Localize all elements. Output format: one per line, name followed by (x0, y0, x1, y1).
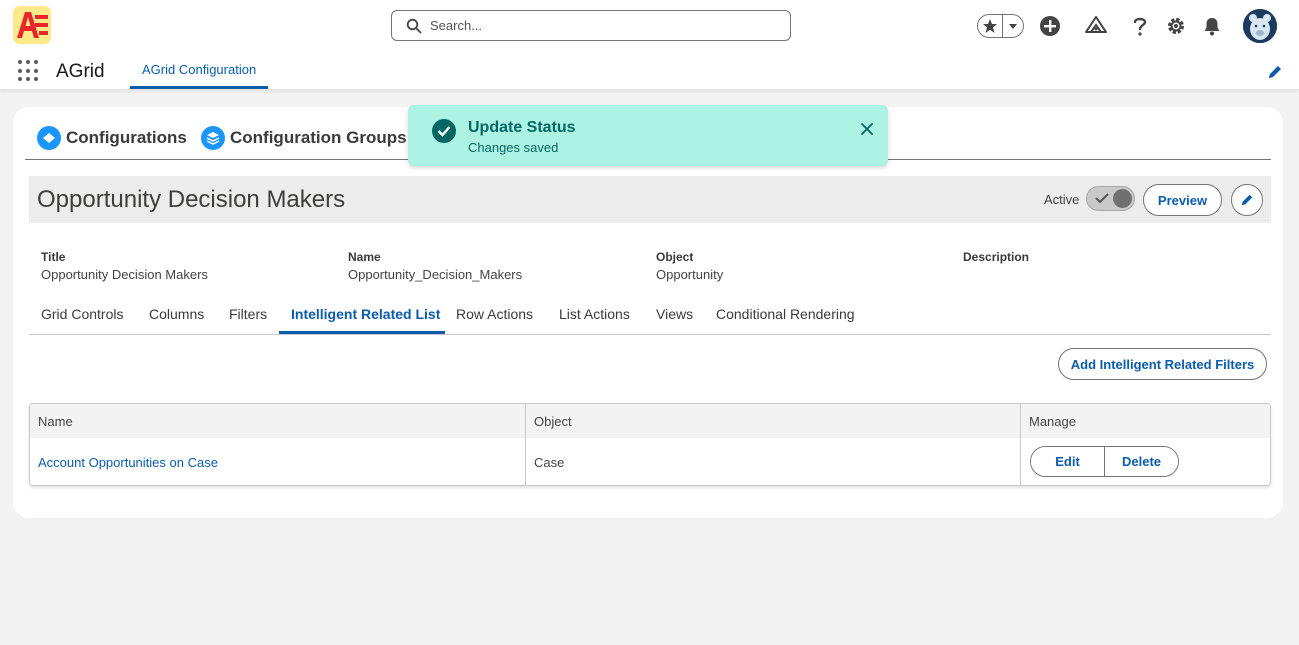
global-search[interactable] (391, 10, 791, 41)
chevron-down-icon[interactable] (1003, 21, 1023, 31)
success-toast: Update Status Changes saved (408, 105, 888, 166)
app-navigation-bar: AGrid AGrid Configuration (0, 52, 1299, 90)
toast-message: Changes saved (468, 140, 559, 155)
active-subtab-indicator (279, 331, 445, 334)
tab-label: Configuration Groups (230, 128, 407, 147)
active-toggle[interactable] (1086, 186, 1135, 211)
tab-configurations[interactable]: Configurations (37, 126, 187, 150)
related-filters-table: Name Object Manage Account Opportunities… (29, 403, 1271, 486)
active-label: Active (1044, 192, 1080, 207)
app-logo[interactable] (13, 6, 51, 44)
tab-views[interactable]: Views (656, 306, 693, 334)
add-icon[interactable] (1038, 14, 1062, 38)
gear-icon[interactable] (1164, 14, 1188, 38)
app-name: AGrid (56, 61, 105, 82)
tab-conditional-rendering[interactable]: Conditional Rendering (716, 306, 855, 334)
close-icon[interactable] (860, 122, 874, 136)
tab-intelligent-related-list[interactable]: Intelligent Related List (291, 306, 440, 334)
avatar[interactable] (1243, 9, 1277, 43)
field-name: Name Opportunity_Decision_Makers (348, 250, 522, 282)
field-label: Object (656, 250, 694, 264)
tab-list-actions[interactable]: List Actions (559, 306, 630, 334)
record-title: Opportunity Decision Makers (37, 186, 346, 213)
layers-icon (201, 126, 225, 150)
global-header (0, 0, 1299, 52)
row-name-link[interactable]: Account Opportunities on Case (38, 455, 218, 470)
column-header-manage: Manage (1029, 414, 1076, 429)
field-label: Title (41, 250, 66, 264)
row-object: Case (534, 455, 565, 470)
detail-tabs: Grid Controls Columns Filters Intelligen… (29, 300, 1271, 335)
edit-record-button[interactable] (1231, 184, 1263, 216)
column-header-object: Object (534, 414, 572, 429)
field-object: Object Opportunity (656, 250, 723, 282)
tab-configuration-groups[interactable]: Configuration Groups (201, 126, 407, 150)
table-header (30, 404, 1270, 438)
search-icon (406, 18, 422, 33)
field-value: Opportunity (656, 267, 724, 282)
help-icon[interactable] (1128, 14, 1152, 38)
edit-nav-icon[interactable] (1267, 64, 1283, 80)
nav-tab-agrid-configuration[interactable]: AGrid Configuration (130, 52, 269, 89)
field-description: Description (963, 250, 1029, 267)
trailhead-icon[interactable] (1084, 14, 1108, 38)
preview-button[interactable]: Preview (1143, 184, 1222, 216)
field-label: Name (348, 250, 381, 264)
manage-button-group: Edit Delete (1030, 446, 1179, 477)
success-icon (432, 119, 456, 143)
field-value: Opportunity Decision Makers (41, 267, 208, 282)
bell-icon[interactable] (1200, 14, 1224, 38)
star-icon[interactable] (978, 15, 1003, 37)
field-label: Description (963, 250, 1030, 264)
toast-title: Update Status (468, 119, 576, 136)
tab-filters[interactable]: Filters (229, 306, 267, 334)
configuration-card: Configurations Configuration Groups Oppo… (13, 107, 1283, 518)
app-launcher-icon[interactable] (18, 60, 40, 82)
tab-grid-controls[interactable]: Grid Controls (41, 306, 123, 334)
configurations-icon (37, 126, 61, 150)
column-header-name: Name (38, 414, 73, 429)
field-title: Title Opportunity Decision Makers (41, 250, 208, 282)
tab-row-actions[interactable]: Row Actions (456, 306, 533, 334)
tab-columns[interactable]: Columns (149, 306, 204, 334)
check-icon (1095, 193, 1109, 204)
tab-label: Configurations (66, 128, 187, 147)
delete-button[interactable]: Delete (1105, 447, 1178, 476)
search-input[interactable] (430, 18, 770, 33)
add-intelligent-related-filters-button[interactable]: Add Intelligent Related Filters (1058, 348, 1267, 380)
record-header: Opportunity Decision Makers Active Previ… (29, 176, 1271, 223)
field-value: Opportunity_Decision_Makers (348, 267, 523, 282)
pencil-icon (1241, 194, 1253, 206)
favorites-button-group (977, 14, 1024, 38)
edit-button[interactable]: Edit (1031, 447, 1105, 476)
